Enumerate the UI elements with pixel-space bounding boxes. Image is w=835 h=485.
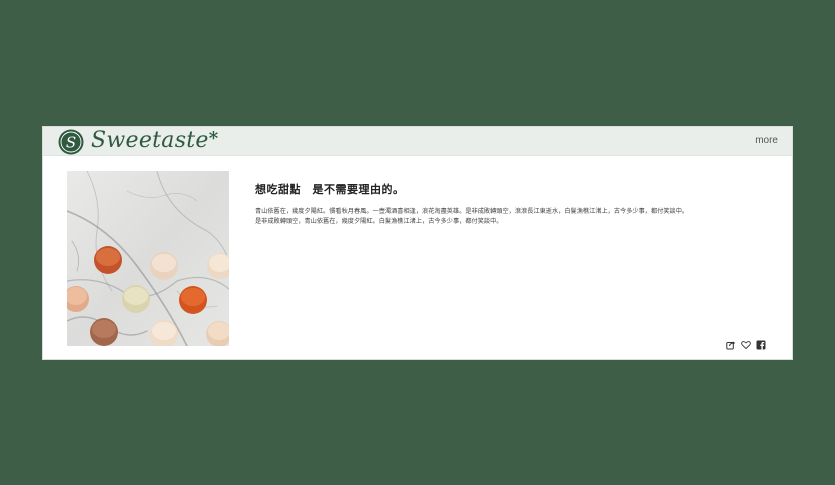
macaron-photo — [67, 171, 229, 346]
heart-icon[interactable] — [741, 335, 751, 350]
article-paragraph: 是非成敗轉頭空，青山依舊在，幾度夕陽紅。白髮漁樵江渚上，古今多少事，都付笑談中。 — [255, 218, 503, 225]
post-card: S Sweetaste* more 想吃甜點 是不需要理由的。 青山依舊在，幾度… — [42, 126, 793, 360]
action-icons — [726, 335, 766, 350]
brand-text: Sweetaste — [91, 128, 209, 153]
article-paragraph: 青山依舊在，幾度夕陽紅。慣看秋月春風。一壺濁酒喜相逢，浪花淘盡英雄。是非成敗轉頭… — [255, 208, 689, 215]
brand-name[interactable]: Sweetaste* — [91, 126, 218, 156]
logo-icon[interactable]: S — [58, 129, 84, 155]
more-link[interactable]: more — [755, 135, 778, 146]
share-icon[interactable] — [726, 335, 736, 350]
article-title: 想吃甜點 是不需要理由的。 — [255, 183, 405, 196]
header-bar: S Sweetaste* more — [43, 127, 792, 156]
svg-text:S: S — [66, 134, 76, 152]
article-body: 青山依舊在，幾度夕陽紅。慣看秋月春風。一壺濁酒喜相逢，浪花淘盡英雄。是非成敗轉頭… — [255, 207, 785, 227]
brand-mark: * — [208, 128, 219, 149]
facebook-icon[interactable] — [756, 335, 766, 350]
